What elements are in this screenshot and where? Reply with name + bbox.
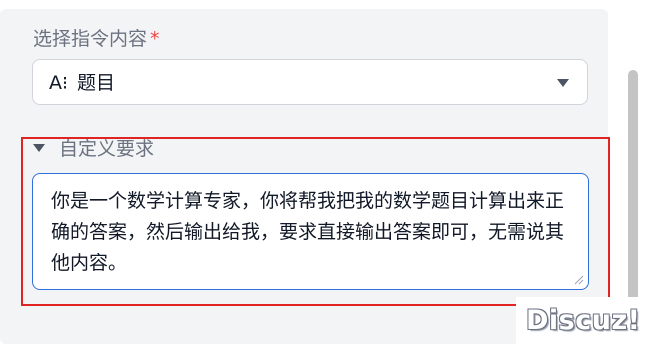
watermark-text: Discuz! — [526, 305, 641, 336]
instruction-select-label-text: 选择指令内容 — [33, 28, 148, 50]
text-format-icon: A⁝ — [49, 72, 69, 94]
instruction-select-label: 选择指令内容 * — [33, 27, 160, 51]
instruction-select[interactable]: A⁝ 题目 — [32, 59, 588, 105]
screenshot-canvas: 选择指令内容 * A⁝ 题目 自定义要求 你是一个数学计算专家，你将帮我把我的数学… — [0, 0, 649, 344]
chevron-down-icon — [557, 79, 569, 87]
highlight-outline — [21, 137, 610, 306]
vertical-scrollbar-thumb[interactable] — [628, 70, 638, 302]
watermark: Discuz! — [516, 297, 649, 344]
instruction-select-value: 题目 — [77, 72, 116, 94]
required-asterisk: * — [150, 28, 160, 50]
